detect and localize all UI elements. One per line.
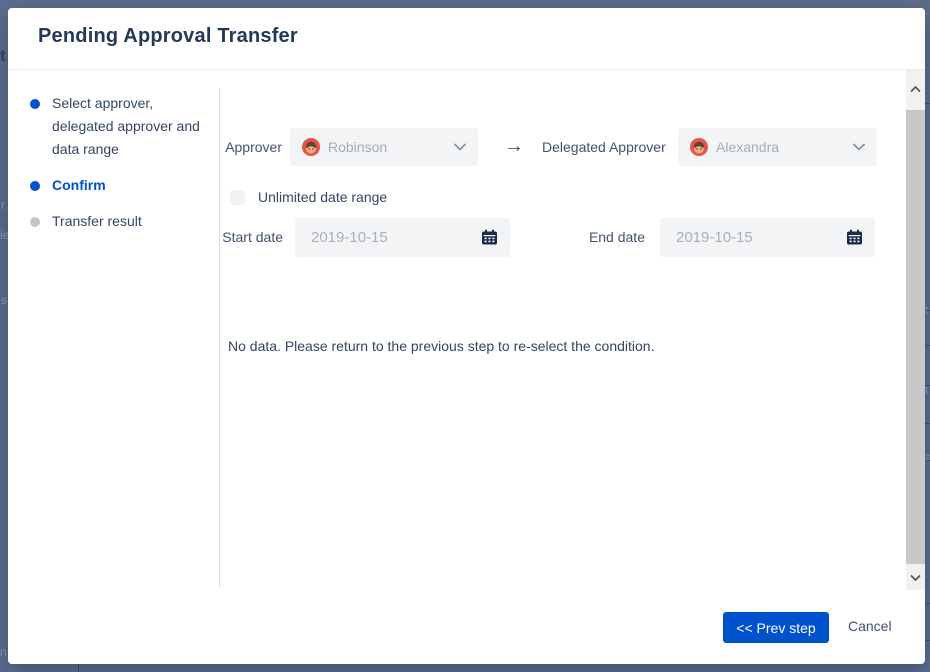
robinson-avatar bbox=[302, 138, 320, 156]
step-label: Transfer result bbox=[52, 213, 142, 229]
wizard-steps: Select approver, delegated approver and … bbox=[30, 92, 208, 246]
dialog-header: Pending Approval Transfer bbox=[8, 8, 925, 70]
no-data-message: No data. Please return to the previous s… bbox=[228, 338, 654, 354]
start-date-input[interactable] bbox=[295, 218, 510, 257]
chevron-down-icon bbox=[454, 143, 466, 151]
sidebar-divider bbox=[219, 88, 220, 588]
cancel-button[interactable]: Cancel bbox=[848, 618, 892, 634]
scroll-up-arrow-icon bbox=[910, 86, 921, 93]
pending-approval-transfer-dialog: Pending Approval Transfer Select approve… bbox=[8, 8, 925, 664]
chevron-down-icon bbox=[853, 143, 865, 151]
alexandra-avatar bbox=[690, 138, 708, 156]
approver-label: Approver bbox=[128, 139, 282, 155]
backdrop-text-fragment: n bbox=[0, 645, 7, 659]
delegated-approver-label: Delegated Approver bbox=[542, 139, 666, 155]
vertical-scrollbar[interactable] bbox=[906, 70, 925, 590]
start-date-label: Start date bbox=[128, 229, 283, 245]
scroll-down-arrow-icon bbox=[910, 574, 921, 581]
dialog-footer: << Prev step Cancel bbox=[8, 590, 925, 664]
unlimited-date-range-label: Unlimited date range bbox=[258, 189, 387, 205]
scroll-down-button[interactable] bbox=[906, 565, 925, 590]
backdrop-divider-line bbox=[78, 664, 79, 672]
dialog-title: Pending Approval Transfer bbox=[38, 25, 298, 48]
backdrop-text-fragment: a bbox=[925, 450, 930, 464]
unlimited-date-range-checkbox[interactable] bbox=[230, 190, 245, 205]
end-date-field bbox=[660, 218, 875, 257]
approver-value: Robinson bbox=[328, 139, 446, 155]
prev-step-button[interactable]: << Prev step bbox=[723, 612, 829, 643]
backdrop-text-fragment: r bbox=[1, 198, 5, 212]
calendar-icon[interactable] bbox=[846, 229, 863, 246]
step-done-dot-icon bbox=[30, 99, 40, 109]
backdrop-text-fragment: t bbox=[0, 46, 6, 66]
step-active-dot-icon bbox=[30, 181, 40, 191]
delegated-approver-value: Alexandra bbox=[716, 139, 845, 155]
dialog-body: Select approver, delegated approver and … bbox=[8, 70, 925, 590]
step-label: Confirm bbox=[52, 177, 106, 193]
approver-select[interactable]: Robinson bbox=[290, 128, 478, 166]
end-date-label: End date bbox=[495, 229, 645, 245]
transfer-arrow: → bbox=[494, 135, 534, 158]
scrollbar-thumb[interactable] bbox=[906, 110, 925, 564]
scroll-up-button[interactable] bbox=[906, 70, 925, 108]
end-date-input[interactable] bbox=[660, 218, 875, 257]
step-confirm: Confirm bbox=[30, 174, 208, 197]
delegated-approver-select[interactable]: Alexandra bbox=[678, 128, 877, 166]
step-pending-dot-icon bbox=[30, 217, 40, 227]
backdrop-text-fragment: s bbox=[1, 293, 7, 307]
start-date-field bbox=[295, 218, 510, 257]
